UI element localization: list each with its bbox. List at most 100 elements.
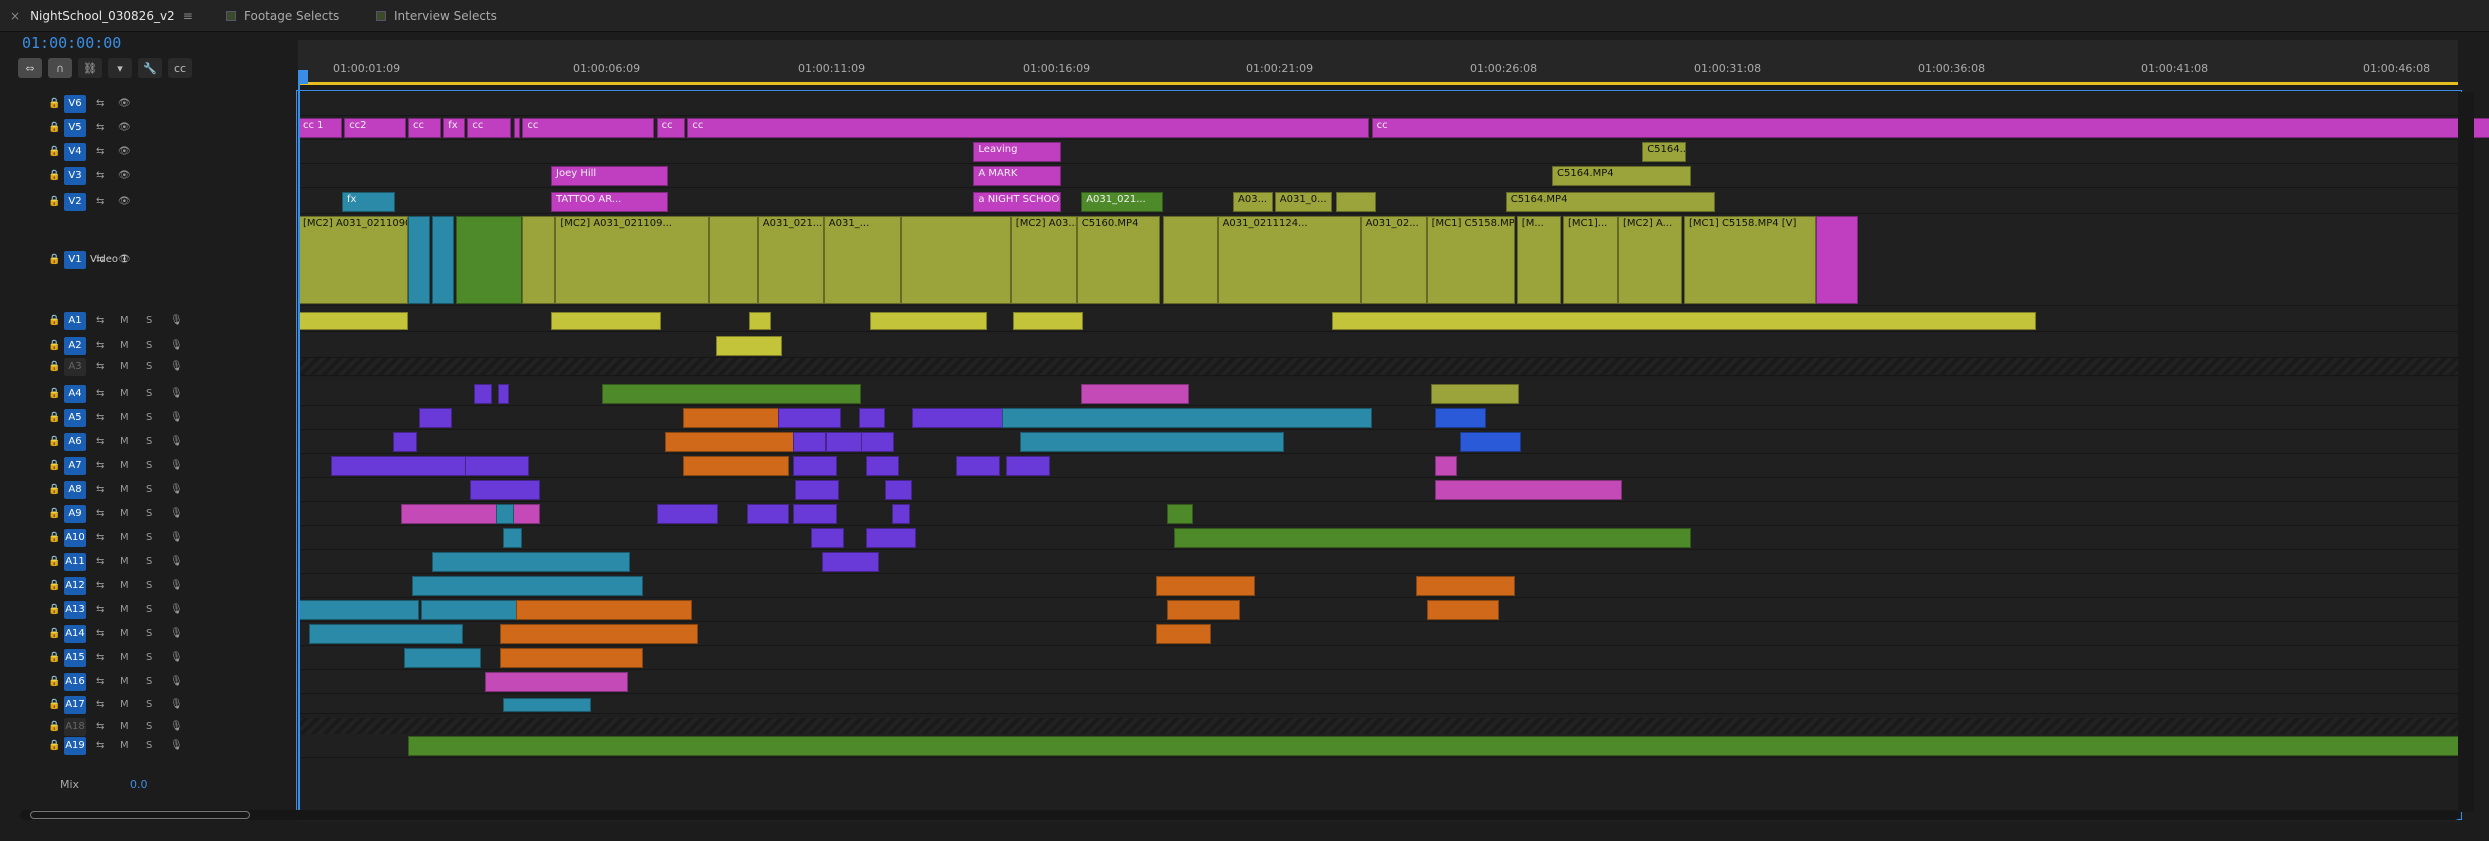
track-row-a7[interactable] [298,454,2460,478]
clip-yellow[interactable] [870,312,987,330]
clip-purple[interactable] [861,432,895,452]
track-target[interactable]: A2 [64,337,86,355]
track-target[interactable]: A5 [64,409,86,427]
mic-icon[interactable]: 🎙 [170,676,183,687]
track-target[interactable]: A7 [64,457,86,475]
clip-orange[interactable] [500,624,699,644]
clip-magenta[interactable]: a NIGHT SCHOO... [973,192,1062,212]
close-icon[interactable]: × [10,9,20,23]
lock-icon[interactable]: 🔒 [48,721,60,732]
horizontal-scrollbar[interactable] [20,810,2460,820]
track-target[interactable]: A14 [64,625,86,643]
sync-lock-icon[interactable]: ⇆ [96,676,104,687]
clip-magenta[interactable]: A MARK [973,166,1062,186]
track-target[interactable]: A13 [64,601,86,619]
sync-lock-icon[interactable]: ⇆ [96,699,104,710]
mic-icon[interactable]: 🎙 [170,580,183,591]
clip-purple[interactable] [331,456,485,476]
scroll-thumb[interactable] [30,811,250,819]
mute-button[interactable]: M [120,628,129,639]
mute-button[interactable]: M [120,556,129,567]
work-area-bar[interactable] [298,82,2458,85]
clip-pink[interactable] [1081,384,1189,404]
clip-green[interactable] [1173,528,1691,548]
clip-yellow[interactable] [1013,312,1084,330]
track-target[interactable]: A9 [64,505,86,523]
clip-olive[interactable]: C5160.MP4 [1076,216,1161,304]
solo-button[interactable]: S [146,412,152,423]
eye-icon[interactable]: 👁 [118,146,131,157]
lock-icon[interactable]: 🔒 [48,388,60,399]
sync-lock-icon[interactable]: ⇆ [96,532,104,543]
solo-button[interactable]: S [146,699,152,710]
clip-magenta[interactable]: cc [1371,118,2489,138]
clip-olive[interactable]: A031_021... [757,216,824,304]
clip-purple[interactable] [793,456,837,476]
mic-icon[interactable]: 🎙 [170,315,183,326]
solo-button[interactable]: S [146,484,152,495]
lock-icon[interactable]: 🔒 [48,361,60,372]
clip-orange[interactable] [515,600,692,620]
track-target[interactable]: A3 [64,358,86,376]
clip-olive[interactable] [1336,192,1376,212]
clip-teal[interactable] [298,600,419,620]
eye-icon[interactable]: 👁 [118,122,131,133]
clip-olive[interactable]: A03... [1233,192,1273,212]
clip-yellow[interactable] [551,312,661,330]
clip-olive[interactable] [709,216,758,304]
lock-icon[interactable]: 🔒 [48,604,60,615]
sync-lock-icon[interactable]: ⇆ [96,361,104,372]
lock-icon[interactable]: 🔒 [48,98,60,109]
clip-purple[interactable] [955,456,1000,476]
sync-lock-icon[interactable]: ⇆ [96,628,104,639]
solo-button[interactable]: S [146,556,152,567]
clip-magenta[interactable]: cc [522,118,655,138]
track-target[interactable]: A10 [64,529,86,547]
clip-purple[interactable] [392,432,417,452]
wrench-icon[interactable]: 🔧 [138,58,162,78]
track-row-a2[interactable] [298,334,2460,358]
clip-olive[interactable]: A031_02... [1360,216,1427,304]
mute-button[interactable]: M [120,508,129,519]
track-target[interactable]: A4 [64,385,86,403]
clip-olive[interactable]: [MC2] A031_0211090... [298,216,408,304]
clip-magenta[interactable]: cc [687,118,1370,138]
clip-purple[interactable] [777,408,842,428]
clip-purple[interactable] [859,408,886,428]
track-row-a17[interactable] [298,696,2460,714]
clip-purple[interactable] [821,552,879,572]
track-target[interactable]: V5 [64,119,86,137]
clip-green[interactable] [408,736,2468,756]
sync-lock-icon[interactable]: ⇆ [96,721,104,732]
solo-button[interactable]: S [146,740,152,751]
mic-icon[interactable]: 🎙 [170,532,183,543]
clip-yellow[interactable] [1332,312,2036,330]
lock-icon[interactable]: 🔒 [48,652,60,663]
clip-orange[interactable] [683,456,789,476]
lock-icon[interactable]: 🔒 [48,628,60,639]
clip-green[interactable] [1167,504,1194,524]
solo-button[interactable]: S [146,508,152,519]
clip-magenta[interactable] [513,118,521,138]
track-target[interactable]: A15 [64,649,86,667]
mute-button[interactable]: M [120,460,129,471]
mic-icon[interactable]: 🎙 [170,508,183,519]
clip-teal[interactable] [1002,408,1372,428]
lock-icon[interactable]: 🔒 [48,508,60,519]
clip-magenta[interactable]: cc [656,118,686,138]
clip-green[interactable] [456,216,523,304]
captions-icon[interactable]: cc [168,58,192,78]
mic-icon[interactable]: 🎙 [170,740,183,751]
sync-lock-icon[interactable]: ⇆ [96,556,104,567]
clip-orange[interactable] [1156,576,1255,596]
clip-olive[interactable]: C5164.MP4 [1505,192,1715,212]
sync-lock-icon[interactable]: ⇆ [96,740,104,751]
clip-olive[interactable]: [MC1]... [1563,216,1618,304]
mute-button[interactable]: M [120,699,129,710]
solo-button[interactable]: S [146,604,152,615]
sync-lock-icon[interactable]: ⇆ [96,388,104,399]
clip-olive[interactable]: [MC2] A... [1618,216,1682,304]
mute-button[interactable]: M [120,340,129,351]
clip-olive[interactable] [1162,216,1218,304]
clip-olive[interactable]: C5164... [1642,142,1687,162]
